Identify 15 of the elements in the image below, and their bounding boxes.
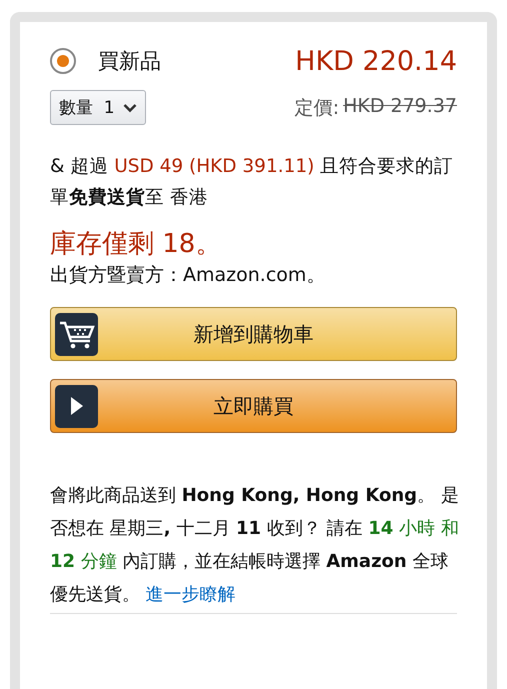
stock-status: 庫存僅剩 18。 xyxy=(50,228,222,261)
add-to-cart-button[interactable]: 新增到購物車 xyxy=(50,307,457,361)
offer-label: 買新品 xyxy=(98,48,161,75)
delivery-text: 會將此商品送到 Hong Kong, Hong Kong。 是否想在 星期三, 十二月 11 收到？ 請在 14 小時 和 12 分鐘 內訂購，並在結帳時選擇 Amazon 全球優先送貨。 進一步瞭解 xyxy=(50,484,460,607)
play-icon xyxy=(70,397,82,415)
quantity-dropdown[interactable]: 數量 1 xyxy=(50,90,146,125)
learn-more-link[interactable]: 進一步瞭解 xyxy=(146,584,236,605)
seller-text: 出貨方暨賣方：Amazon.com。 xyxy=(50,263,326,288)
free-shipping-text: & 超過 USD 49 (HKD 391.11) 且符合要求的訂單免費送貨至 香港 xyxy=(50,155,454,210)
buy-now-button[interactable]: 立即購買 xyxy=(50,379,457,433)
chevron-down-icon xyxy=(122,102,137,112)
list-price-label: 定價: xyxy=(294,96,340,120)
offer-price: HKD 220.14 xyxy=(295,46,457,76)
radio-button[interactable] xyxy=(50,48,76,74)
list-price: HKD 279.37 xyxy=(343,94,457,118)
